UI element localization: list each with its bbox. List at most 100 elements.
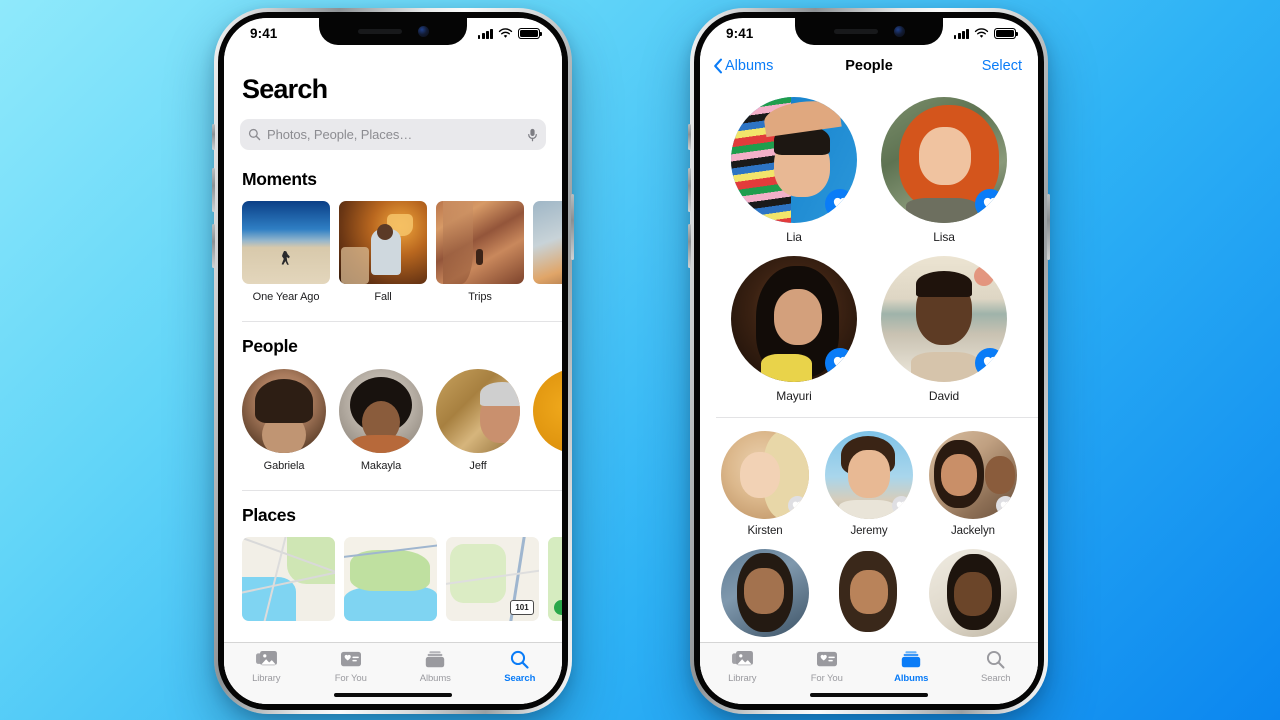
search-input-placeholder[interactable]: Photos, People, Places… — [267, 127, 521, 142]
volume-up-button-left[interactable] — [212, 168, 215, 212]
person-card[interactable]: Makayla — [339, 369, 423, 472]
tab-for-you[interactable]: For You — [785, 650, 870, 684]
person-cell[interactable]: David — [881, 256, 1007, 403]
favorite-toggle[interactable] — [996, 496, 1015, 515]
person-avatar[interactable] — [825, 431, 913, 519]
place-card-partial[interactable] — [548, 537, 562, 621]
search-icon — [248, 128, 261, 141]
home-indicator-left[interactable] — [334, 692, 452, 697]
favorite-badge[interactable] — [825, 189, 855, 219]
search-page-scroll[interactable]: Search Photos, People, Places… Moments O… — [224, 18, 562, 704]
section-title-people: People — [242, 336, 298, 356]
person-cell[interactable]: Jeremy — [825, 431, 913, 537]
moment-card[interactable]: Trips — [436, 201, 524, 303]
moment-card[interactable]: Fall — [339, 201, 427, 303]
person-avatar[interactable] — [881, 256, 1007, 382]
tab-albums[interactable]: Albums — [869, 650, 954, 684]
favorite-badge[interactable] — [975, 189, 1005, 219]
tab-search[interactable]: Search — [954, 650, 1039, 684]
search-icon — [987, 650, 1005, 669]
favorite-toggle[interactable] — [892, 496, 911, 515]
place-card[interactable]: 101 — [446, 537, 539, 621]
map-greenspace — [449, 543, 506, 603]
right-phone-screen: 9:41 Albums People Select Lia Lisa Mayur… — [700, 18, 1038, 704]
moment-thumbnail[interactable] — [436, 201, 524, 284]
people-row[interactable]: Gabriela Makayla Jeff — [224, 357, 562, 472]
left-phone-screen: 9:41 Search Photos, People, Places… Mome… — [224, 18, 562, 704]
person-avatar[interactable] — [731, 97, 857, 223]
person-avatar[interactable] — [721, 431, 809, 519]
person-avatar[interactable] — [436, 369, 520, 453]
person-cell-partial[interactable] — [721, 549, 809, 643]
moment-card-partial[interactable] — [533, 201, 562, 303]
person-card[interactable]: Gabriela — [242, 369, 326, 472]
favorite-badge[interactable] — [975, 348, 1005, 378]
moment-label: One Year Ago — [252, 291, 320, 303]
person-card-partial[interactable] — [533, 369, 562, 472]
person-cell-partial[interactable] — [929, 549, 1017, 643]
page-title: Search — [242, 74, 328, 104]
person-avatar[interactable] — [721, 549, 809, 637]
power-button-left[interactable] — [571, 194, 574, 260]
tab-bar-left[interactable]: Library For You Albums Search — [224, 642, 562, 704]
person-hair-shape — [255, 379, 313, 424]
tab-library[interactable]: Library — [224, 650, 309, 684]
person-cell[interactable]: Lia — [731, 97, 857, 244]
tab-bar-right[interactable]: Library For You Albums Search — [700, 642, 1038, 704]
people-row-partial[interactable] — [700, 537, 1038, 643]
person-avatar[interactable] — [731, 256, 857, 382]
people-album-scroll[interactable]: Lia Lisa Mayuri David Kirsten Jeremy Jac… — [700, 83, 1038, 704]
home-indicator-right[interactable] — [810, 692, 928, 697]
moments-row[interactable]: One Year Ago Fall Trips — [224, 190, 562, 303]
person-cell[interactable]: Kirsten — [721, 431, 809, 537]
person-avatar[interactable] — [825, 549, 913, 637]
person-avatar[interactable] — [242, 369, 326, 453]
person-cell[interactable]: Jackelyn — [929, 431, 1017, 537]
tab-label: Albums — [894, 673, 929, 684]
left-phone-device: 9:41 Search Photos, People, Places… Mome… — [212, 8, 574, 714]
volume-down-button-left[interactable] — [212, 224, 215, 268]
mute-switch-left[interactable] — [212, 124, 215, 150]
person-avatar[interactable] — [929, 431, 1017, 519]
favorites-row[interactable]: Mayuri David — [700, 244, 1038, 403]
moment-thumbnail[interactable] — [339, 201, 427, 284]
battery-icon — [518, 28, 542, 39]
volume-up-button-right[interactable] — [688, 168, 691, 212]
people-row[interactable]: Kirsten Jeremy Jackelyn — [700, 418, 1038, 537]
mute-switch-right[interactable] — [688, 124, 691, 150]
person-avatar[interactable] — [339, 369, 423, 453]
person-avatar[interactable] — [881, 97, 1007, 223]
tab-for-you[interactable]: For You — [309, 650, 394, 684]
moment-card[interactable]: One Year Ago — [242, 201, 330, 303]
person-name: Jeremy — [850, 525, 888, 537]
search-field[interactable]: Photos, People, Places… — [240, 119, 546, 150]
search-icon — [511, 650, 529, 669]
favorite-badge[interactable] — [825, 348, 855, 378]
favorite-toggle[interactable] — [788, 496, 807, 515]
person-cell[interactable]: Mayuri — [731, 256, 857, 403]
moment-thumbnail[interactable] — [533, 201, 562, 284]
map-park-marker — [554, 600, 562, 615]
person-avatar[interactable] — [533, 369, 562, 453]
place-card[interactable] — [344, 537, 437, 621]
volume-down-button-right[interactable] — [688, 224, 691, 268]
moment-thumbnail[interactable] — [242, 201, 330, 284]
select-button[interactable]: Select — [982, 58, 1038, 74]
places-row[interactable]: 101 — [224, 526, 562, 621]
person-cell-partial[interactable] — [825, 549, 913, 643]
power-button-right[interactable] — [1047, 194, 1050, 260]
person-card[interactable]: Jeff — [436, 369, 520, 472]
person-cell[interactable]: Lisa — [881, 97, 1007, 244]
tab-library[interactable]: Library — [700, 650, 785, 684]
place-card[interactable] — [242, 537, 335, 621]
favorites-row[interactable]: Lia Lisa — [700, 83, 1038, 244]
person-avatar[interactable] — [929, 549, 1017, 637]
person-name: Lisa — [933, 230, 955, 244]
heart-icon — [983, 197, 997, 211]
cellular-bars-icon — [953, 28, 969, 39]
tab-albums[interactable]: Albums — [393, 650, 478, 684]
photos-library-icon — [255, 650, 277, 666]
for-you-heart-card-icon — [340, 651, 361, 667]
tab-search[interactable]: Search — [478, 650, 563, 684]
microphone-icon[interactable] — [527, 128, 538, 142]
